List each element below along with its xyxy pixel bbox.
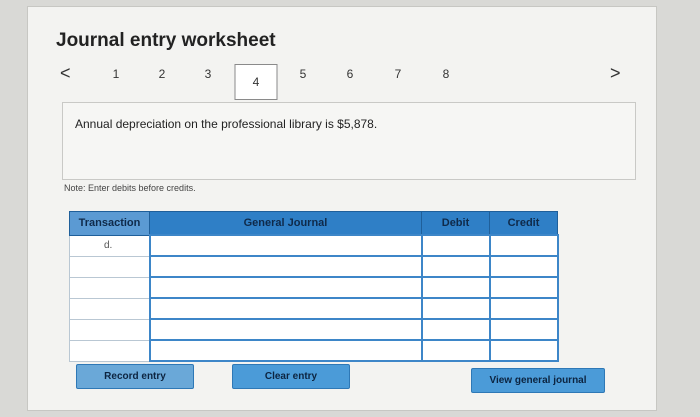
credit-input[interactable] bbox=[488, 255, 559, 278]
credit-input[interactable] bbox=[488, 276, 559, 299]
table-row bbox=[69, 255, 559, 278]
view-general-journal-button[interactable]: View general journal bbox=[471, 368, 605, 393]
debit-input[interactable] bbox=[420, 255, 491, 278]
debit-header: Debit bbox=[421, 211, 490, 236]
account-input[interactable] bbox=[148, 297, 423, 320]
transaction-cell bbox=[69, 297, 150, 320]
transaction-cell bbox=[69, 339, 150, 362]
record-entry-button[interactable]: Record entry bbox=[76, 364, 194, 389]
step-6[interactable]: 6 bbox=[347, 67, 354, 81]
page-title: Journal entry worksheet bbox=[56, 30, 276, 51]
credit-header: Credit bbox=[489, 211, 558, 236]
debit-input[interactable] bbox=[420, 297, 491, 320]
credit-input[interactable] bbox=[488, 318, 559, 341]
credit-input[interactable] bbox=[488, 339, 559, 362]
step-3[interactable]: 3 bbox=[205, 67, 212, 81]
credit-input[interactable] bbox=[488, 234, 559, 257]
transaction-description: Annual depreciation on the professional … bbox=[75, 117, 378, 131]
general-journal-header: General Journal bbox=[149, 211, 422, 236]
transaction-cell bbox=[69, 276, 150, 299]
previous-step-arrow-icon[interactable]: < bbox=[60, 63, 71, 84]
step-4-active[interactable]: 4 bbox=[234, 64, 278, 100]
table-row bbox=[69, 339, 559, 362]
step-1[interactable]: 1 bbox=[113, 67, 120, 81]
transaction-header: Transaction bbox=[69, 211, 150, 236]
debit-input[interactable] bbox=[420, 276, 491, 299]
debit-input[interactable] bbox=[420, 318, 491, 341]
debit-input[interactable] bbox=[420, 339, 491, 362]
transaction-cell bbox=[69, 318, 150, 341]
account-input[interactable] bbox=[148, 255, 423, 278]
instruction-note: Note: Enter debits before credits. bbox=[64, 183, 196, 193]
transaction-description-box: Annual depreciation on the professional … bbox=[62, 102, 636, 180]
step-8[interactable]: 8 bbox=[443, 67, 450, 81]
account-input[interactable] bbox=[148, 339, 423, 362]
step-7[interactable]: 7 bbox=[395, 67, 402, 81]
step-2[interactable]: 2 bbox=[159, 67, 166, 81]
table-row bbox=[69, 318, 559, 341]
table-row bbox=[69, 276, 559, 299]
account-input[interactable] bbox=[148, 234, 423, 257]
credit-input[interactable] bbox=[488, 297, 559, 320]
transaction-cell: d. bbox=[69, 234, 150, 257]
step-5[interactable]: 5 bbox=[300, 67, 307, 81]
next-step-arrow-icon[interactable]: > bbox=[610, 63, 621, 84]
clear-entry-button[interactable]: Clear entry bbox=[232, 364, 350, 389]
debit-input[interactable] bbox=[420, 234, 491, 257]
transaction-cell bbox=[69, 255, 150, 278]
general-journal-table: Transaction General Journal Debit Credit… bbox=[69, 211, 559, 362]
account-input[interactable] bbox=[148, 276, 423, 299]
account-input[interactable] bbox=[148, 318, 423, 341]
table-row: d. bbox=[69, 234, 559, 257]
table-row bbox=[69, 297, 559, 320]
